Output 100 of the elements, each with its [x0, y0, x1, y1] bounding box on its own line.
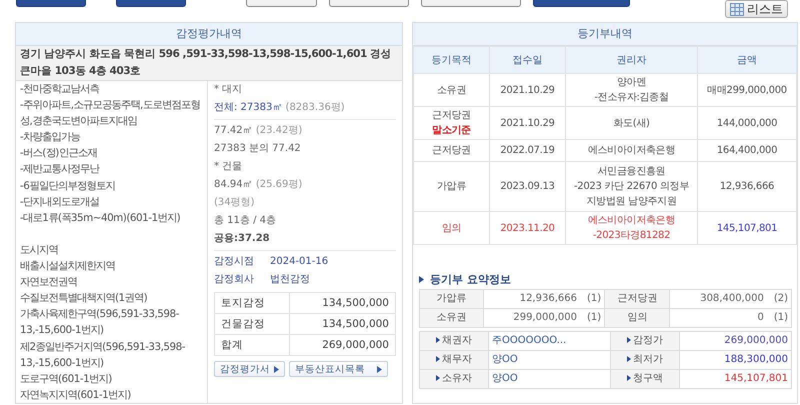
table-cell-text: 에스비아이저축은행	[586, 214, 676, 228]
pyeong-text: (25.69평)	[256, 179, 302, 190]
count-text: (1)	[774, 312, 788, 323]
table-cell: 매매299,000,000	[698, 74, 796, 106]
table-cell: 양OO	[488, 350, 610, 370]
triangle-icon	[419, 276, 424, 282]
zoning-text: 가축사육제한구역(596,591-33,598-13,-15,600-1번지)	[20, 307, 180, 338]
toolbar-button[interactable]	[329, 0, 409, 7]
count-text: (2)	[774, 293, 788, 304]
table-cell: 토지감정	[214, 292, 290, 314]
triangle-icon	[377, 366, 382, 372]
table-cell: 합계	[214, 334, 290, 356]
section-title: 등기부 요약정보	[430, 272, 511, 286]
table-cell: 269,000,000	[680, 332, 792, 350]
common-area: 공용:37.28	[214, 230, 396, 248]
feature-text: -6필일단의부정형토지	[20, 178, 116, 194]
triangle-icon	[274, 366, 279, 372]
toolbar-button[interactable]	[246, 0, 317, 7]
toolbar-button[interactable]	[421, 0, 521, 7]
note-text: 말소기준	[431, 124, 472, 138]
feature-text: -제반교통사정무난	[20, 162, 101, 178]
field-label: 최저가	[633, 354, 663, 365]
amount-text: 308,400,000	[700, 293, 764, 304]
panel-title: 감정평가내역	[16, 23, 402, 46]
feature-text: -차량출입가능	[20, 130, 82, 146]
table-cell: 269,000,000	[290, 334, 396, 356]
building-area: 84.94㎡	[214, 179, 253, 190]
triangle-icon	[627, 356, 631, 362]
field-label: 감정가	[633, 335, 663, 346]
column-header: 접수일	[490, 46, 566, 74]
feature-text: -대로1류(폭35m~40m)(601-1번지)	[20, 210, 182, 226]
table-cell-text: 화도(새)	[612, 116, 651, 130]
table-cell-text: 근저당권	[431, 109, 472, 123]
pyeong-text: (23.42평)	[256, 125, 302, 136]
table-cell: 134,500,000	[290, 314, 396, 334]
table-cell-text: 소유권	[436, 84, 468, 98]
table-cell: 소유권	[420, 308, 484, 328]
table-cell: 145,107,801	[680, 370, 792, 388]
pyeong-text: (8283.36평)	[286, 102, 345, 113]
feature-text: -주위아파트,소규모공동주택,도로변점포형성,경춘국도변아파트지대임	[20, 98, 201, 130]
table-cell: 2023.11.20	[490, 212, 566, 244]
zoning-text: 제2종일반주거지역(596,591-33,598-13,-15,600-1번지)	[20, 340, 186, 371]
zoning-text: 도시지역	[20, 242, 59, 258]
table-cell: 양OO	[488, 370, 610, 388]
table-cell: 2023.09.13	[490, 162, 566, 212]
zoning-text: 자연보전권역	[20, 275, 78, 290]
land-heading: * 대지	[214, 83, 244, 97]
field-label: 소유자	[442, 373, 472, 384]
triangle-icon	[436, 375, 440, 381]
table-cell: 임의	[604, 308, 670, 328]
column-header: 권리자	[566, 46, 698, 74]
count-text: (1)	[586, 293, 602, 304]
table-cell-text: -2023 카단 22670 의정부	[572, 180, 690, 194]
table-cell: 건물감정	[214, 314, 290, 334]
table-cell: 2022.07.19	[490, 140, 566, 162]
amount-text: 12,936,666	[520, 293, 577, 304]
table-cell-text: 임의	[440, 222, 462, 236]
zoning-text: 자연녹지지역(601-1번지)	[20, 388, 132, 403]
land-area: 77.42㎡	[214, 125, 253, 136]
count-text: (1)	[586, 312, 602, 323]
panel-title: 등기부내역	[413, 23, 797, 46]
unit-type: (34평형)	[214, 196, 256, 210]
total-area: 전체: 27383㎡	[214, 102, 282, 113]
table-cell: 근저당권	[604, 290, 670, 308]
feature-text: -버스(정)인근소재	[20, 146, 98, 162]
triangle-icon	[627, 375, 631, 381]
land-share: 27383 분의 77.42	[214, 142, 302, 156]
column-header: 금액	[698, 46, 796, 74]
floor-text: 총 11층 / 4층	[214, 214, 277, 228]
table-cell-text: 양아멘	[616, 76, 648, 90]
feature-text: -천마중학교남서측	[20, 82, 100, 97]
table-cell: 가압류	[420, 290, 484, 308]
table-icon	[730, 2, 744, 16]
zoning-text: 수질보전특별대책지역(1권역)	[20, 291, 148, 306]
table-cell: 주OOOOOOO...	[488, 332, 610, 350]
triangle-icon	[436, 337, 440, 343]
amount-text: 0	[757, 312, 764, 323]
info-label: 감정회사	[214, 273, 254, 287]
document-button[interactable]: 감정평가서	[214, 361, 285, 377]
table-cell: 188,300,000	[680, 350, 792, 370]
info-label: 감정시점	[214, 255, 254, 269]
address: 경기 남양주시 화도읍 묵현리 596 ,591-33,598-13,598-15,600-1,601 경성큰마을 103동 4층 403호	[16, 46, 402, 81]
table-cell: 145,107,801	[698, 212, 796, 244]
list-button[interactable]: 리스트	[725, 0, 788, 18]
column-header: 등기목적	[414, 46, 490, 74]
table-cell: 134,500,000	[290, 292, 396, 314]
table-cell-text: 가압류	[436, 180, 468, 194]
document-button[interactable]: 부동산표시목록	[289, 361, 388, 377]
triangle-icon	[436, 356, 440, 362]
zoning-text: 배출시설설치제한지역	[20, 259, 116, 274]
triangle-icon	[627, 337, 631, 343]
table-cell: 144,000,000	[698, 106, 796, 140]
table-cell-text: -2023타경81282	[592, 229, 672, 243]
table-cell-text: -전소유자:김종철	[593, 91, 670, 105]
field-label: 청구액	[633, 373, 663, 384]
table-cell: 12,936,666	[698, 162, 796, 212]
table-cell-text: 에스비아이저축은행	[586, 144, 676, 158]
zoning-text: 도로구역(601-1번지)	[20, 372, 113, 387]
table-cell-text: 근저당권	[431, 144, 472, 158]
table-cell: 2021.10.29	[490, 74, 566, 106]
